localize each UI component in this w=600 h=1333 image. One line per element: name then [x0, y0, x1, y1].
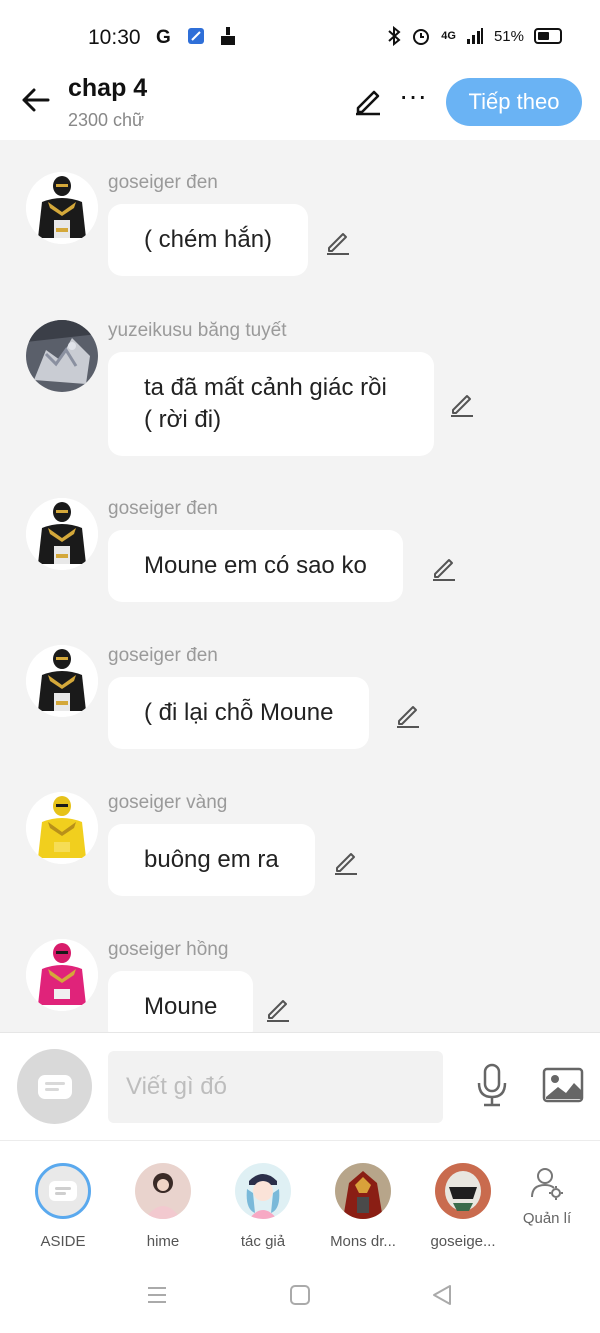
avatar[interactable]	[26, 498, 98, 570]
shield-icon	[188, 28, 204, 44]
avatar[interactable]	[26, 172, 98, 244]
edit-message-icon[interactable]	[394, 701, 422, 729]
yellow-ranger-avatar	[26, 792, 98, 864]
alarm-icon	[413, 29, 430, 45]
user-settings-icon	[531, 1168, 563, 1200]
home-square-icon[interactable]	[289, 1284, 311, 1306]
author-avatar	[235, 1163, 291, 1219]
message-bubble[interactable]: buông em ra	[108, 824, 315, 896]
mons-avatar	[335, 1163, 391, 1219]
character-name: tác giả	[240, 1233, 286, 1250]
avatar[interactable]	[26, 645, 98, 717]
edit-message-icon[interactable]	[324, 228, 352, 256]
status-time: 10:30	[88, 26, 141, 49]
pink-ranger-avatar	[26, 939, 98, 1011]
character-name: Mons dr...	[330, 1233, 396, 1250]
avatar[interactable]	[26, 939, 98, 1011]
broom-icon	[221, 27, 235, 45]
g-icon: G	[156, 27, 171, 46]
character-name: goseige...	[430, 1233, 496, 1250]
image-icon[interactable]	[542, 1067, 584, 1103]
character-aside[interactable]: ASIDE	[18, 1163, 108, 1250]
character-name: ASIDE	[40, 1233, 86, 1250]
avatar[interactable]	[26, 320, 98, 392]
system-nav-bar	[0, 1260, 600, 1333]
more-options-icon[interactable]: ···	[398, 82, 428, 116]
character-hime[interactable]: hime	[118, 1163, 208, 1250]
word-count: 2300 chữ	[68, 110, 145, 130]
svg-text:G: G	[156, 27, 171, 46]
character-author[interactable]: tác giả	[218, 1163, 308, 1250]
black-ranger-avatar	[26, 498, 98, 570]
battery-percent: 51%	[493, 27, 524, 45]
manage-characters-button[interactable]: Quản lí	[516, 1165, 578, 1227]
sender-name: goseiger đen	[108, 498, 218, 519]
edit-message-icon[interactable]	[264, 995, 292, 1023]
edit-message-icon[interactable]	[332, 848, 360, 876]
status-bar: 10:30 G 4G 51%	[0, 0, 600, 72]
aside-avatar	[35, 1163, 91, 1219]
chat-bubble-icon	[37, 1074, 72, 1099]
chapter-title: chap 4	[68, 74, 148, 102]
composer-bar	[0, 1032, 600, 1140]
chapter-header: chap 4 2300 chữ ··· Tiếp theo	[0, 72, 600, 140]
character-goseiger[interactable]: goseige...	[418, 1163, 508, 1250]
message-bubble[interactable]: Moune	[108, 971, 254, 1032]
next-chapter-button[interactable]: Tiếp theo	[446, 78, 582, 126]
character-name: hime	[146, 1233, 180, 1250]
network-label: 4G	[441, 30, 456, 42]
menu-icon[interactable]	[146, 1284, 168, 1306]
message-bubble[interactable]: ( đi lại chỗ Moune	[108, 677, 370, 749]
message-feed[interactable]: goseiger đen ( chém hắn) yuzeikusu băng …	[0, 140, 600, 1032]
black-ranger-avatar	[26, 172, 98, 244]
sender-name: goseiger vàng	[108, 792, 228, 813]
message-bubble[interactable]: ( chém hắn)	[108, 204, 309, 276]
chat-bubble-icon	[49, 1181, 77, 1201]
back-triangle-icon[interactable]	[431, 1284, 453, 1306]
edit-pencil-icon[interactable]	[352, 84, 384, 116]
sender-name: goseiger hồng	[108, 939, 229, 960]
character-bar: ASIDE hime tác giả Mons dr... goseige...…	[0, 1140, 600, 1260]
avatar[interactable]	[26, 792, 98, 864]
message-input[interactable]	[108, 1051, 443, 1123]
sender-name: yuzeikusu băng tuyết	[108, 320, 287, 341]
message-bubble[interactable]: ta đã mất cảnh giác rồi ( rời đi)	[108, 352, 434, 456]
sender-name: goseiger đen	[108, 172, 218, 193]
goseiger-avatar	[435, 1163, 491, 1219]
signal-icon	[466, 28, 483, 44]
hime-avatar	[135, 1163, 191, 1219]
aside-toggle-button[interactable]	[17, 1049, 92, 1124]
ice-monster-avatar	[26, 320, 98, 392]
manage-label: Quản lí	[522, 1210, 572, 1227]
message-bubble[interactable]: Moune em có sao ko	[108, 530, 403, 602]
edit-message-icon[interactable]	[448, 390, 476, 418]
microphone-icon[interactable]	[474, 1063, 510, 1107]
black-ranger-avatar	[26, 645, 98, 717]
bluetooth-icon	[388, 26, 401, 46]
back-arrow-icon[interactable]	[18, 82, 54, 118]
sender-name: goseiger đen	[108, 645, 218, 666]
battery-icon	[534, 28, 562, 44]
character-mons[interactable]: Mons dr...	[318, 1163, 408, 1250]
edit-message-icon[interactable]	[430, 554, 458, 582]
